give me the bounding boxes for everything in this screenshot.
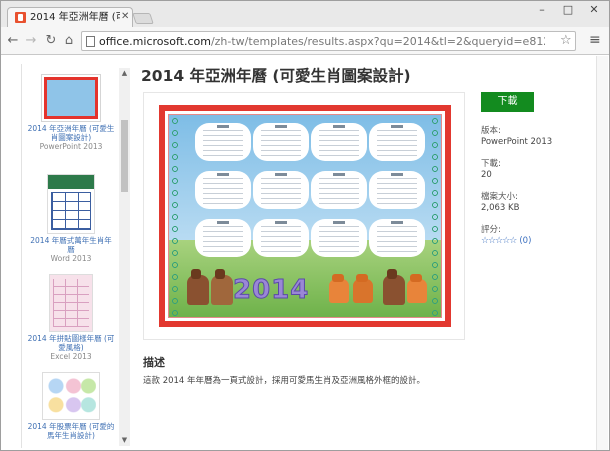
horse-illustration — [407, 274, 427, 303]
url-text[interactable]: office.microsoft.com/zh-tw/templates/res… — [99, 35, 545, 49]
scrollbar-thumb[interactable] — [121, 120, 128, 192]
downloads-label: 下載: — [481, 159, 501, 169]
horse-illustration — [211, 269, 233, 305]
thumbnail-item[interactable]: 2014 年亞洲年曆 (可愛生肖圖案設計) PowerPoint 2013 — [27, 74, 115, 151]
tab-strip: 2014 年亞洲年曆 (可愛生 ✕ – □ ✕ — [1, 1, 609, 28]
page-content: 2014 年亞洲年曆 (可愛生肖圖案設計) PowerPoint 2013 20… — [1, 56, 609, 450]
thumbnail-image[interactable] — [49, 274, 93, 332]
bookmark-star-icon[interactable]: ☆ — [560, 33, 572, 48]
month-block — [253, 171, 309, 209]
thumbnail-app: PowerPoint 2013 — [39, 142, 103, 151]
file-size-value: 2,063 KB — [481, 203, 520, 213]
horse-illustration — [187, 269, 209, 305]
month-block — [369, 123, 425, 161]
month-block — [311, 219, 367, 257]
version-value: PowerPoint 2013 — [481, 137, 553, 147]
calendar-preview-image: 2014 — [159, 105, 451, 327]
description-heading: 描述 — [143, 356, 165, 369]
thumbnail-scrollbar[interactable]: ▲ ▼ — [119, 68, 130, 446]
tab-title: 2014 年亞洲年曆 (可愛生 — [30, 12, 120, 23]
reload-icon[interactable]: ↻ — [43, 33, 59, 49]
address-bar[interactable]: office.microsoft.com/zh-tw/templates/res… — [81, 31, 576, 51]
file-size-info: 檔案大小: 2,063 KB — [481, 192, 591, 214]
rating-label: 評分: — [481, 225, 501, 235]
browser-window: 2014 年亞洲年曆 (可愛生 ✕ – □ ✕ ← → ↻ ⌂ office.m… — [0, 0, 610, 451]
template-thumbnail-list: 2014 年亞洲年曆 (可愛生肖圖案設計) PowerPoint 2013 20… — [21, 64, 131, 448]
scroll-down-icon[interactable]: ▼ — [119, 435, 130, 446]
thumbnail-image[interactable] — [47, 174, 95, 234]
template-preview: 2014 — [143, 92, 465, 340]
description-text: 這款 2014 年年曆為一頁式設計，採用可愛馬生肖及亞洲風格外框的設計。 — [143, 376, 426, 386]
close-window-button[interactable]: ✕ — [581, 1, 607, 19]
tab-close-icon[interactable]: ✕ — [121, 11, 129, 23]
browser-toolbar: ← → ↻ ⌂ office.microsoft.com/zh-tw/templ… — [1, 27, 609, 55]
month-block — [369, 219, 425, 257]
scroll-up-icon[interactable]: ▲ — [119, 68, 130, 79]
template-detail: 2014 年亞洲年曆 (可愛生肖圖案設計) 2014 下載 版本: PowerP… — [141, 56, 593, 450]
maximize-button[interactable]: □ — [555, 1, 581, 19]
rating-info: 評分: ☆☆☆☆☆ (0) — [481, 225, 591, 247]
thumbnail-calendar-frame — [44, 77, 98, 119]
back-arrow-icon[interactable]: ← — [5, 33, 21, 49]
browser-tab[interactable]: 2014 年亞洲年曆 (可愛生 ✕ — [7, 7, 133, 28]
thumbnail-caption[interactable]: 2014 年亞洲年曆 (可愛生肖圖案設計) — [27, 124, 115, 142]
preview-year: 2014 — [232, 275, 310, 306]
download-button[interactable]: 下載 — [481, 92, 534, 112]
spiral-border — [170, 115, 180, 317]
downloads-value: 20 — [481, 170, 492, 180]
thumbnail-caption[interactable]: 2014 年拼貼圖樣年曆 (可愛風格) — [27, 334, 115, 352]
menu-icon[interactable]: ≡ — [589, 32, 601, 48]
month-block — [195, 219, 251, 257]
url-domain: office.microsoft.com — [99, 35, 211, 48]
thumbnail-image[interactable] — [42, 372, 100, 420]
thumbnail-item[interactable]: 2014 年曆式萬年生肖年曆 Word 2013 — [27, 174, 115, 263]
horse-illustration — [383, 269, 405, 305]
thumbnail-caption[interactable]: 2014 年曆式萬年生肖年曆 — [27, 236, 115, 254]
month-block — [253, 219, 309, 257]
minimize-button[interactable]: – — [529, 1, 555, 19]
forward-arrow-icon[interactable]: → — [23, 33, 39, 49]
thumbnail-caption[interactable]: 2014 年股票年曆 (可愛的馬年生肖設計) — [27, 422, 115, 440]
month-block — [195, 123, 251, 161]
rating-row[interactable]: ☆☆☆☆☆ (0) — [481, 236, 591, 247]
month-block — [195, 171, 251, 209]
office-favicon-icon — [15, 12, 26, 23]
page-scrollbar[interactable] — [596, 56, 608, 450]
downloads-info: 下載: 20 — [481, 159, 591, 181]
rating-count-link[interactable]: (0) — [519, 236, 531, 246]
month-block — [311, 171, 367, 209]
rating-stars-icon[interactable]: ☆☆☆☆☆ — [481, 236, 517, 246]
thumbnail-item[interactable]: 2014 年股票年曆 (可愛的馬年生肖設計) — [27, 372, 115, 440]
page-title: 2014 年亞洲年曆 (可愛生肖圖案設計) — [141, 67, 411, 85]
new-tab-button[interactable] — [132, 13, 154, 24]
month-block — [369, 171, 425, 209]
thumbnail-app: Word 2013 — [50, 254, 92, 263]
thumbnail-app: Excel 2013 — [50, 352, 92, 361]
page-icon — [86, 36, 95, 47]
horse-illustration — [329, 274, 349, 303]
version-label: 版本: — [481, 126, 501, 136]
version-info: 版本: PowerPoint 2013 — [481, 126, 591, 148]
home-icon[interactable]: ⌂ — [61, 33, 77, 49]
file-size-label: 檔案大小: — [481, 192, 518, 202]
thumbnail-item[interactable]: 2014 年拼貼圖樣年曆 (可愛風格) Excel 2013 — [27, 274, 115, 361]
thumbnail-image[interactable] — [41, 74, 101, 122]
month-block — [311, 123, 367, 161]
month-block — [253, 123, 309, 161]
url-path: /zh-tw/templates/results.aspx?qu=2014&tl… — [210, 35, 545, 48]
spiral-border — [430, 115, 440, 317]
horse-illustration — [353, 274, 373, 303]
